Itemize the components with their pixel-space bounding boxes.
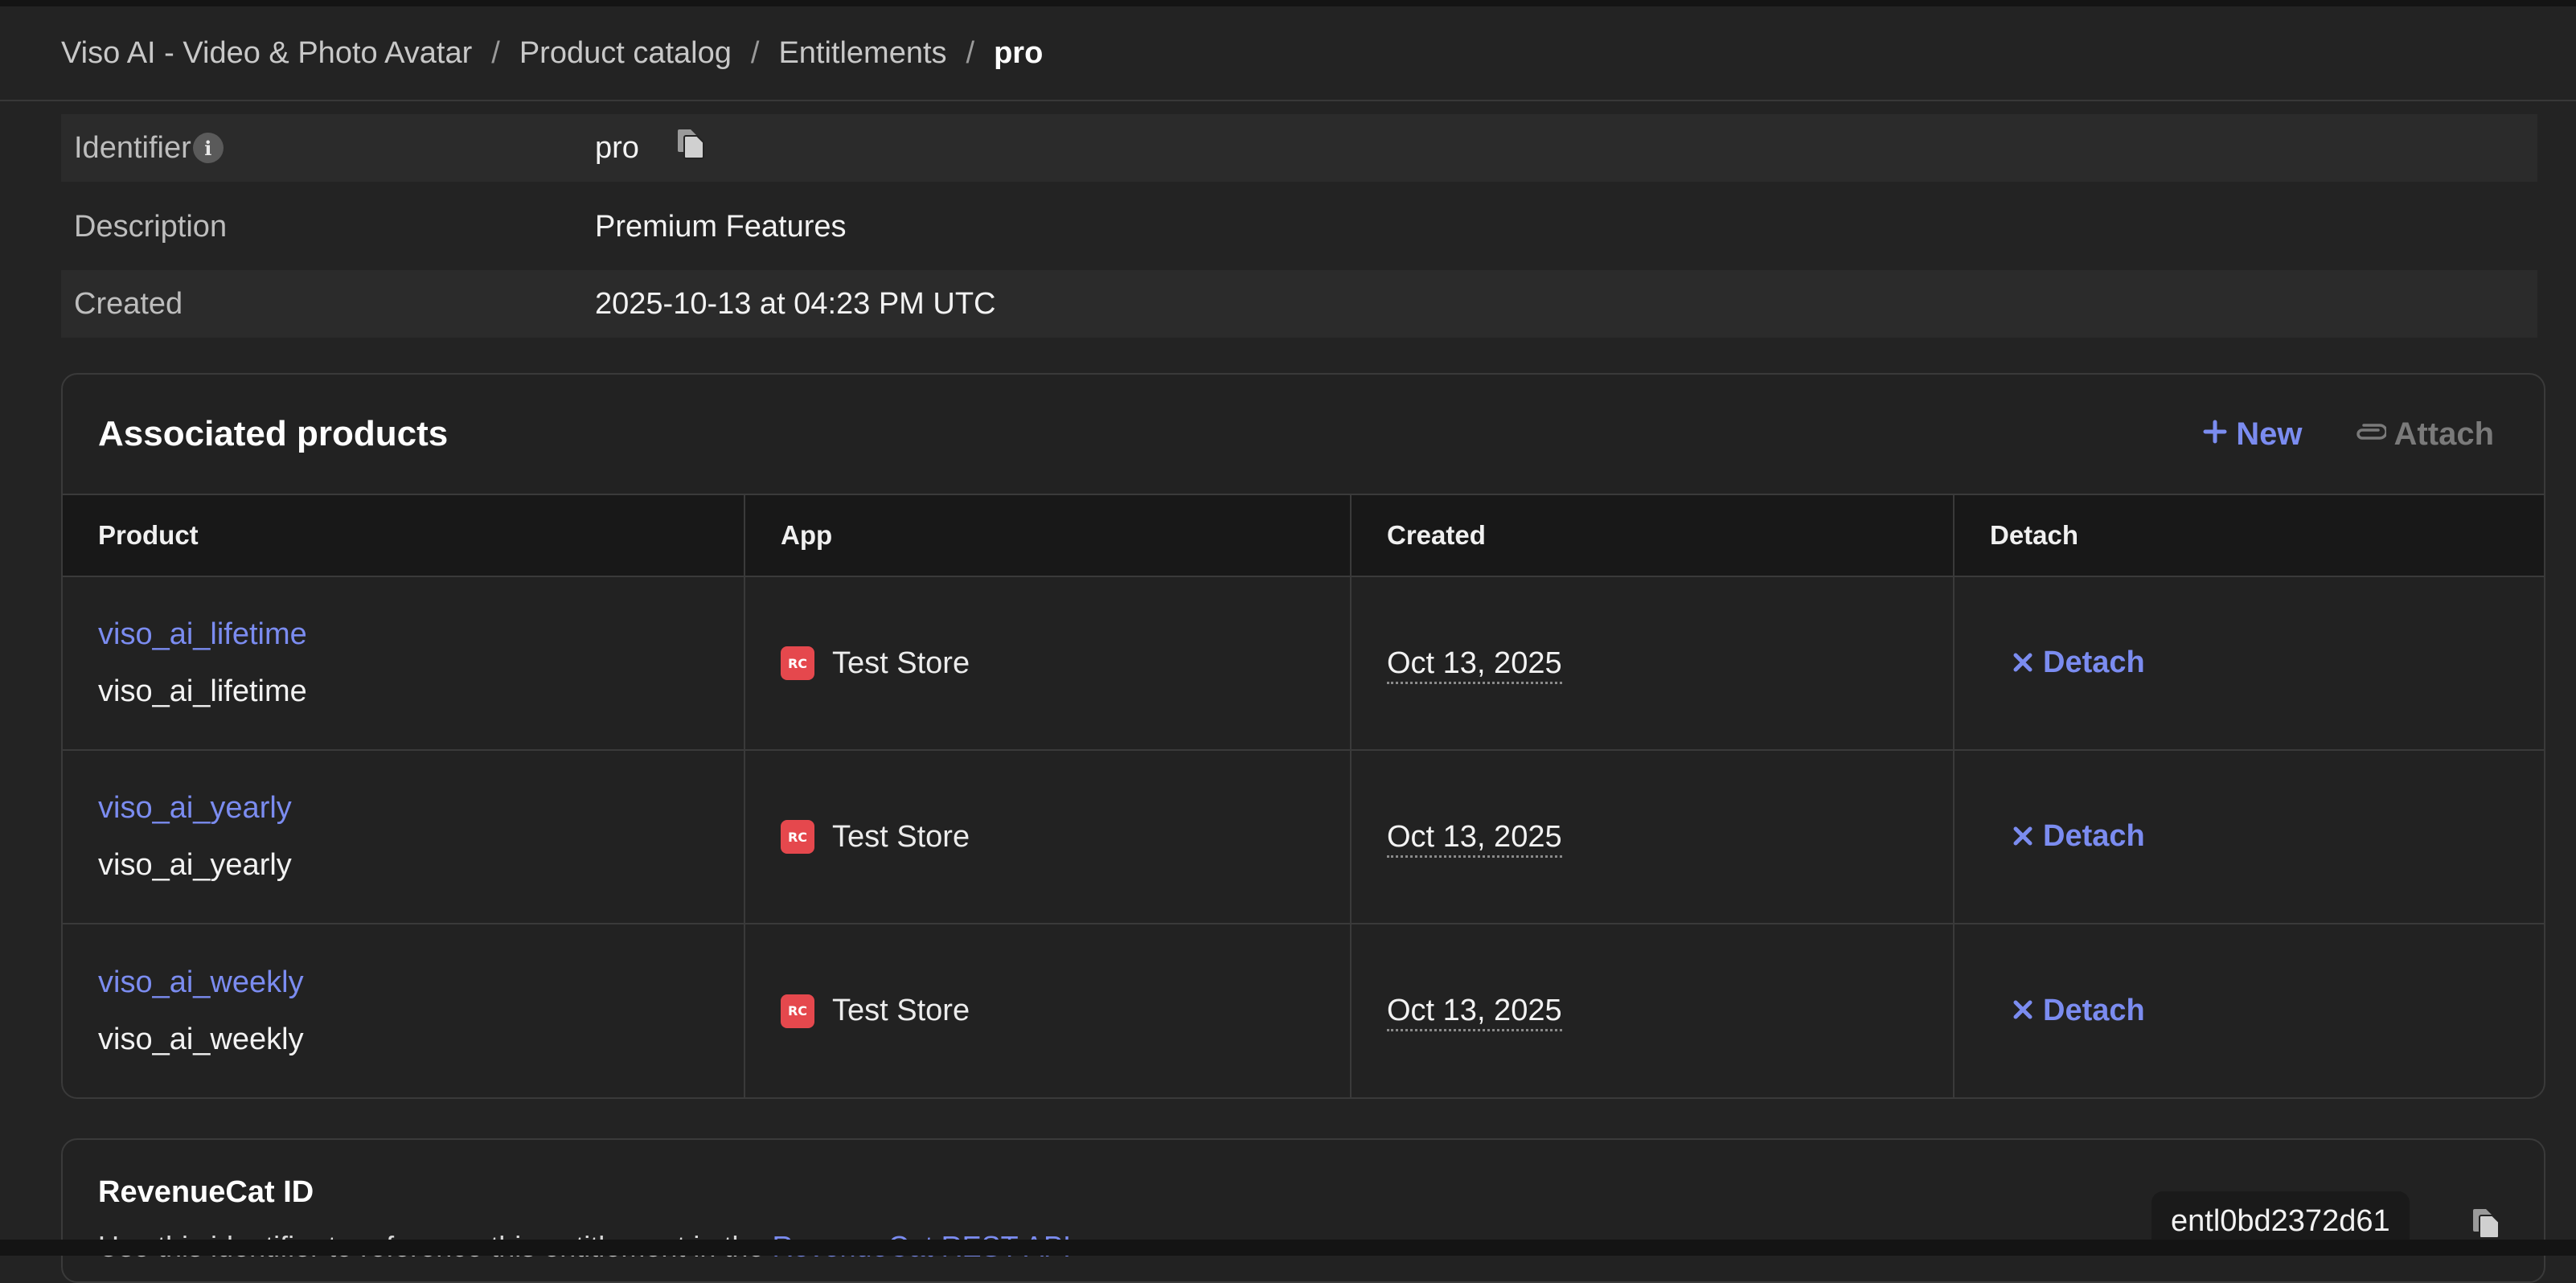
revenuecat-id-title: RevenueCat ID: [98, 1175, 314, 1209]
description-label: Description: [74, 209, 228, 244]
new-product-button[interactable]: New: [2202, 416, 2303, 453]
created-row: Created 2025-10-13 at 04:23 PM UTC: [61, 270, 2537, 338]
breadcrumb-app[interactable]: Viso AI - Video & Photo Avatar: [61, 36, 472, 71]
product-identifier: viso_ai_weekly: [98, 1022, 304, 1056]
breadcrumb-separator: /: [966, 35, 975, 70]
created-cell: Oct 13, 2025: [1351, 576, 1955, 751]
breadcrumb-separator: /: [491, 35, 500, 70]
app-name: Test Store: [832, 994, 970, 1027]
app-cell-content: RC Test Store: [781, 646, 1349, 681]
test-store-icon: RC: [781, 994, 814, 1028]
test-store-icon: RC: [781, 646, 814, 680]
close-icon: [2012, 646, 2033, 680]
app-cell-content: RC Test Store: [781, 820, 1349, 855]
created-value: 2025-10-13 at 04:23 PM UTC: [595, 286, 996, 321]
app-cell: RC Test Store: [744, 750, 1352, 924]
detach-button[interactable]: Detach: [2012, 994, 2145, 1028]
product-cell: viso_ai_lifetime viso_ai_lifetime: [63, 576, 745, 751]
created-date: Oct 13, 2025: [1387, 646, 1562, 684]
attach-button[interactable]: Attach: [2354, 416, 2494, 453]
new-button-label: New: [2236, 416, 2303, 452]
detach-button[interactable]: Detach: [2012, 646, 2145, 680]
breadcrumb-product-catalog[interactable]: Product catalog: [519, 36, 732, 71]
identifier-value-group: pro: [595, 126, 707, 170]
identifier-row: Identifier i pro: [61, 114, 2537, 182]
copy-icon[interactable]: [675, 126, 707, 170]
close-icon: [2012, 994, 2033, 1027]
card-actions: New Attach: [2202, 416, 2494, 453]
associated-products-card: Associated products New Attach Product A…: [61, 373, 2545, 1099]
top-edge: [0, 0, 2576, 6]
created-cell: Oct 13, 2025: [1351, 750, 1955, 924]
column-header-product: Product: [63, 494, 745, 577]
column-header-created: Created: [1351, 494, 1955, 577]
detach-cell: Detach: [1954, 576, 2544, 751]
breadcrumb: Viso AI - Video & Photo Avatar / Product…: [0, 6, 2576, 101]
detach-cell: Detach: [1954, 924, 2544, 1097]
associated-products-title: Associated products: [98, 414, 449, 453]
identifier-value: pro: [595, 130, 639, 165]
breadcrumb-entitlements[interactable]: Entitlements: [778, 36, 946, 71]
app-name: Test Store: [832, 646, 970, 680]
close-icon: [2012, 820, 2033, 854]
associated-products-header: Associated products New Attach: [63, 375, 2544, 494]
created-date: Oct 13, 2025: [1387, 994, 1562, 1031]
test-store-icon: RC: [781, 820, 814, 854]
table-row: viso_ai_yearly viso_ai_yearly RC Test St…: [63, 750, 2544, 924]
attach-button-label: Attach: [2393, 416, 2494, 452]
app-cell: RC Test Store: [744, 924, 1352, 1097]
column-header-app: App: [744, 494, 1352, 577]
description-value: Premium Features: [595, 209, 847, 244]
detach-label: Detach: [2043, 646, 2145, 680]
created-date: Oct 13, 2025: [1387, 819, 1562, 858]
detach-label: Detach: [2043, 993, 2145, 1027]
table-header-row: Product App Created Detach: [63, 494, 2544, 577]
paperclip-icon: [2354, 416, 2388, 453]
app-cell: RC Test Store: [744, 576, 1352, 751]
app-cell-content: RC Test Store: [781, 994, 1349, 1028]
description-row: Description Premium Features: [61, 193, 2537, 260]
table-row: viso_ai_weekly viso_ai_weekly RC Test St…: [63, 924, 2544, 1097]
breadcrumb-current: pro: [994, 35, 1044, 70]
products-table: Product App Created Detach viso_ai_lifet…: [63, 494, 2544, 1097]
breadcrumb-separator: /: [750, 35, 760, 70]
detach-button[interactable]: Detach: [2012, 819, 2145, 854]
info-icon[interactable]: i: [192, 133, 224, 163]
product-cell: viso_ai_weekly viso_ai_weekly: [63, 924, 745, 1097]
detach-label: Detach: [2043, 819, 2145, 854]
identifier-label-group: Identifier i: [74, 131, 224, 166]
identifier-label: Identifier: [74, 130, 191, 165]
table-row: viso_ai_lifetime viso_ai_lifetime RC Tes…: [63, 576, 2544, 751]
product-link[interactable]: viso_ai_lifetime: [98, 617, 743, 652]
product-identifier: viso_ai_lifetime: [98, 674, 307, 708]
created-cell: Oct 13, 2025: [1351, 924, 1955, 1097]
product-link[interactable]: viso_ai_weekly: [98, 965, 743, 1000]
product-cell: viso_ai_yearly viso_ai_yearly: [63, 750, 745, 924]
bottom-edge: [0, 1240, 2576, 1256]
column-header-detach: Detach: [1954, 494, 2544, 577]
created-label: Created: [74, 286, 183, 321]
detach-cell: Detach: [1954, 750, 2544, 924]
app-name: Test Store: [832, 819, 970, 854]
plus-icon: [2202, 416, 2228, 453]
product-link[interactable]: viso_ai_yearly: [98, 791, 743, 826]
product-identifier: viso_ai_yearly: [98, 848, 292, 882]
